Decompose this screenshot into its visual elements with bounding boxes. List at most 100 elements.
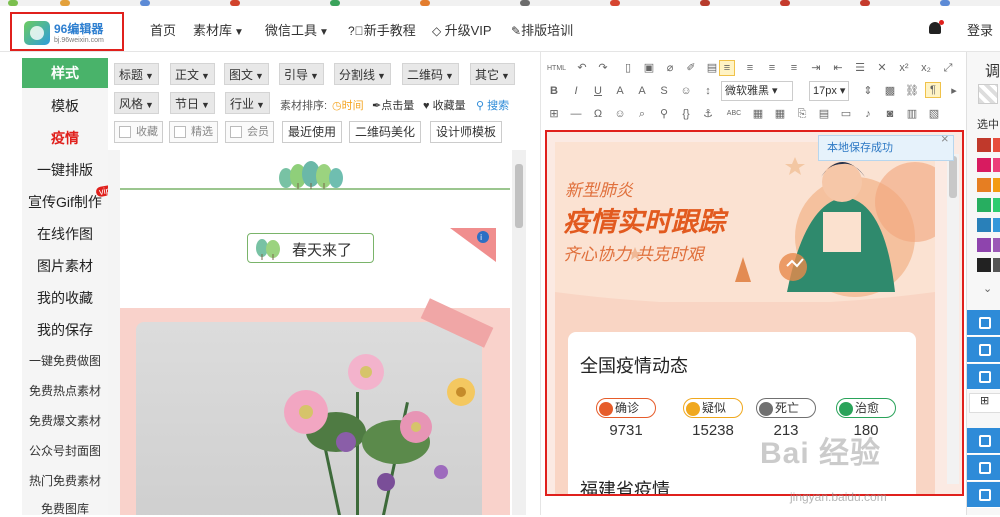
color-swatch[interactable] <box>993 178 1000 192</box>
color-swatch[interactable] <box>993 198 1000 212</box>
color-swatch[interactable] <box>993 238 1000 252</box>
anchor-icon[interactable]: ⚓ <box>701 107 715 121</box>
qrcode-beautify-button[interactable]: 二维码美化 <box>349 121 422 143</box>
filter-featured[interactable]: 精选 <box>169 121 218 143</box>
remove-format-icon[interactable]: ✕ <box>875 61 889 75</box>
sidebar-item-image-material[interactable]: 图片素材 <box>22 256 108 276</box>
clear-format-icon[interactable]: ✐ <box>684 61 698 75</box>
draft-tool-button[interactable] <box>967 428 1000 454</box>
map-icon[interactable]: ▤ <box>817 107 831 121</box>
category-festival[interactable]: 节日 ▼ <box>170 92 215 114</box>
sort-by-time[interactable]: ◷时间 <box>332 97 364 113</box>
sidebar-item-free-hot[interactable]: 免费热点素材 <box>22 382 108 399</box>
link-icon[interactable]: ⛓ <box>905 84 919 98</box>
strikethrough-icon[interactable]: S <box>657 84 671 98</box>
sidebar-item-online-design[interactable]: 在线作图 <box>22 224 108 244</box>
template-icon[interactable]: ▧ <box>927 107 941 121</box>
category-style[interactable]: 风格 ▼ <box>114 92 159 114</box>
sidebar-item-cover-image[interactable]: 公众号封面图 <box>22 442 108 459</box>
nav-home[interactable]: 首页 <box>150 20 176 39</box>
image-icon[interactable]: ▩ <box>883 84 897 98</box>
scrollbar-thumb[interactable] <box>515 164 523 228</box>
superscript-icon[interactable]: x² <box>897 61 911 75</box>
color-swatch[interactable] <box>977 198 991 212</box>
line-height-icon[interactable]: ⇕ <box>861 84 875 98</box>
close-icon[interactable]: × <box>941 131 949 146</box>
font-size-select[interactable]: 17px ▾ <box>809 81 849 101</box>
color-swatch[interactable] <box>993 258 1000 272</box>
attachment-icon[interactable]: ⎘ <box>795 107 809 121</box>
flower-frame-style[interactable] <box>120 298 510 515</box>
paragraph-format-icon[interactable]: ¶ <box>925 82 941 98</box>
spring-title-style[interactable]: 春天来了 <box>247 233 374 263</box>
table-icon[interactable]: ⊞ <box>547 107 561 121</box>
sidebar-item-one-click-layout[interactable]: 一键排版 <box>22 160 108 180</box>
video-icon[interactable]: ▭ <box>839 107 853 121</box>
save-tool-button[interactable] <box>967 337 1000 363</box>
sidebar-item-my-favorites[interactable]: 我的收藏 <box>22 288 108 308</box>
indent-icon[interactable]: ⇥ <box>809 61 823 75</box>
canvas-scrollbar-thumb[interactable] <box>949 156 957 198</box>
format-brush-icon[interactable]: ⌀ <box>663 61 677 75</box>
sidebar-item-gif-maker[interactable]: 宣传Gif制作 vip <box>22 184 115 212</box>
search-button[interactable]: ⚲ 搜索 <box>476 97 509 113</box>
color-swatch[interactable] <box>993 138 1000 152</box>
font-family-select[interactable]: 微软雅黑 ▾ <box>721 81 793 101</box>
fullscreen-icon[interactable]: ⤢ <box>941 61 955 75</box>
chart-icon[interactable]: ▥ <box>905 107 919 121</box>
bell-icon[interactable] <box>929 20 944 34</box>
tree-divider-style[interactable] <box>120 158 510 198</box>
omega-icon[interactable]: Ω <box>591 107 605 121</box>
sidebar-item-my-saved[interactable]: 我的保存 <box>22 320 108 340</box>
nav-upgrade-vip[interactable]: ◇ 升级VIP <box>432 20 492 39</box>
nav-material-library[interactable]: 素材库 ▼ <box>193 20 244 39</box>
swap-tool-button[interactable] <box>967 364 1000 390</box>
undo-icon[interactable]: ↶ <box>575 61 589 75</box>
sidebar-item-popular-free[interactable]: 热门免费素材 <box>22 472 108 489</box>
new-doc-icon[interactable]: ▯ <box>621 61 635 75</box>
chevron-down-icon[interactable]: ⌄ <box>983 282 992 295</box>
sidebar-item-free-gallery[interactable]: 免费图库 <box>22 500 108 517</box>
magnifier-icon[interactable]: ⚲ <box>657 107 671 121</box>
redo-icon[interactable]: ↷ <box>596 61 610 75</box>
sidebar-item-free-viral[interactable]: 免费爆文素材 <box>22 412 108 429</box>
category-guide[interactable]: 引导 ▼ <box>279 63 324 85</box>
nav-tutorial[interactable]: ?⃝新手教程 <box>348 20 416 39</box>
filter-favorites[interactable]: 收藏 <box>114 121 163 143</box>
category-body[interactable]: 正文 ▼ <box>170 63 215 85</box>
subscript-icon[interactable]: x₂ <box>919 61 933 75</box>
logo[interactable]: 96编辑器 bj.96weixin.com <box>10 12 124 51</box>
color-swatch[interactable] <box>993 158 1000 172</box>
emoji-icon[interactable]: ☺ <box>679 84 693 98</box>
editor-canvas[interactable]: 新型肺炎 疫情实时跟踪 齐心协力 共克时艰 全国疫情动态 确诊 9731 疑似 … <box>545 130 964 496</box>
color-swatch[interactable] <box>977 138 991 152</box>
category-industry[interactable]: 行业 ▼ <box>225 92 270 114</box>
sidebar-item-template[interactable]: 模板 <box>22 96 108 116</box>
copy-tool-button[interactable] <box>967 310 1000 336</box>
color-swatch[interactable] <box>977 178 991 192</box>
color-swatch[interactable] <box>977 218 991 232</box>
nav-layout-training[interactable]: ✎排版培训 <box>511 20 573 39</box>
spellcheck-icon[interactable]: ABC <box>723 107 745 121</box>
transparent-swatch[interactable] <box>978 84 998 104</box>
gallery-icon[interactable]: ▦ <box>773 107 787 121</box>
align-right-icon[interactable]: ≡ <box>765 61 779 75</box>
sidebar-item-free-design[interactable]: 一键免费做图 <box>22 352 108 369</box>
preview-icon[interactable]: ▤ <box>705 61 719 75</box>
list-icon[interactable]: ☰ <box>853 61 867 75</box>
designer-template-button[interactable]: 设计师模板 <box>430 121 503 143</box>
category-title[interactable]: 标题 ▼ <box>114 63 159 85</box>
sort-by-clicks[interactable]: ✒点击量 <box>372 97 414 113</box>
category-other[interactable]: 其它 ▼ <box>470 63 515 85</box>
filter-member[interactable]: 会员 <box>225 121 274 143</box>
align-center-icon[interactable]: ≡ <box>743 61 757 75</box>
color-swatch[interactable] <box>977 258 991 272</box>
italic-icon[interactable]: I <box>569 84 583 98</box>
category-divider[interactable]: 分割线 ▼ <box>334 63 391 85</box>
paste-icon[interactable]: ▣ <box>642 61 656 75</box>
underline-icon[interactable]: U <box>591 84 605 98</box>
sort-by-favorites[interactable]: ♥ 收藏量 <box>423 97 466 113</box>
more-icon[interactable]: ▸ <box>947 84 961 98</box>
material-scrollbar[interactable] <box>512 150 526 515</box>
align-left-icon[interactable]: ≡ <box>719 60 735 76</box>
